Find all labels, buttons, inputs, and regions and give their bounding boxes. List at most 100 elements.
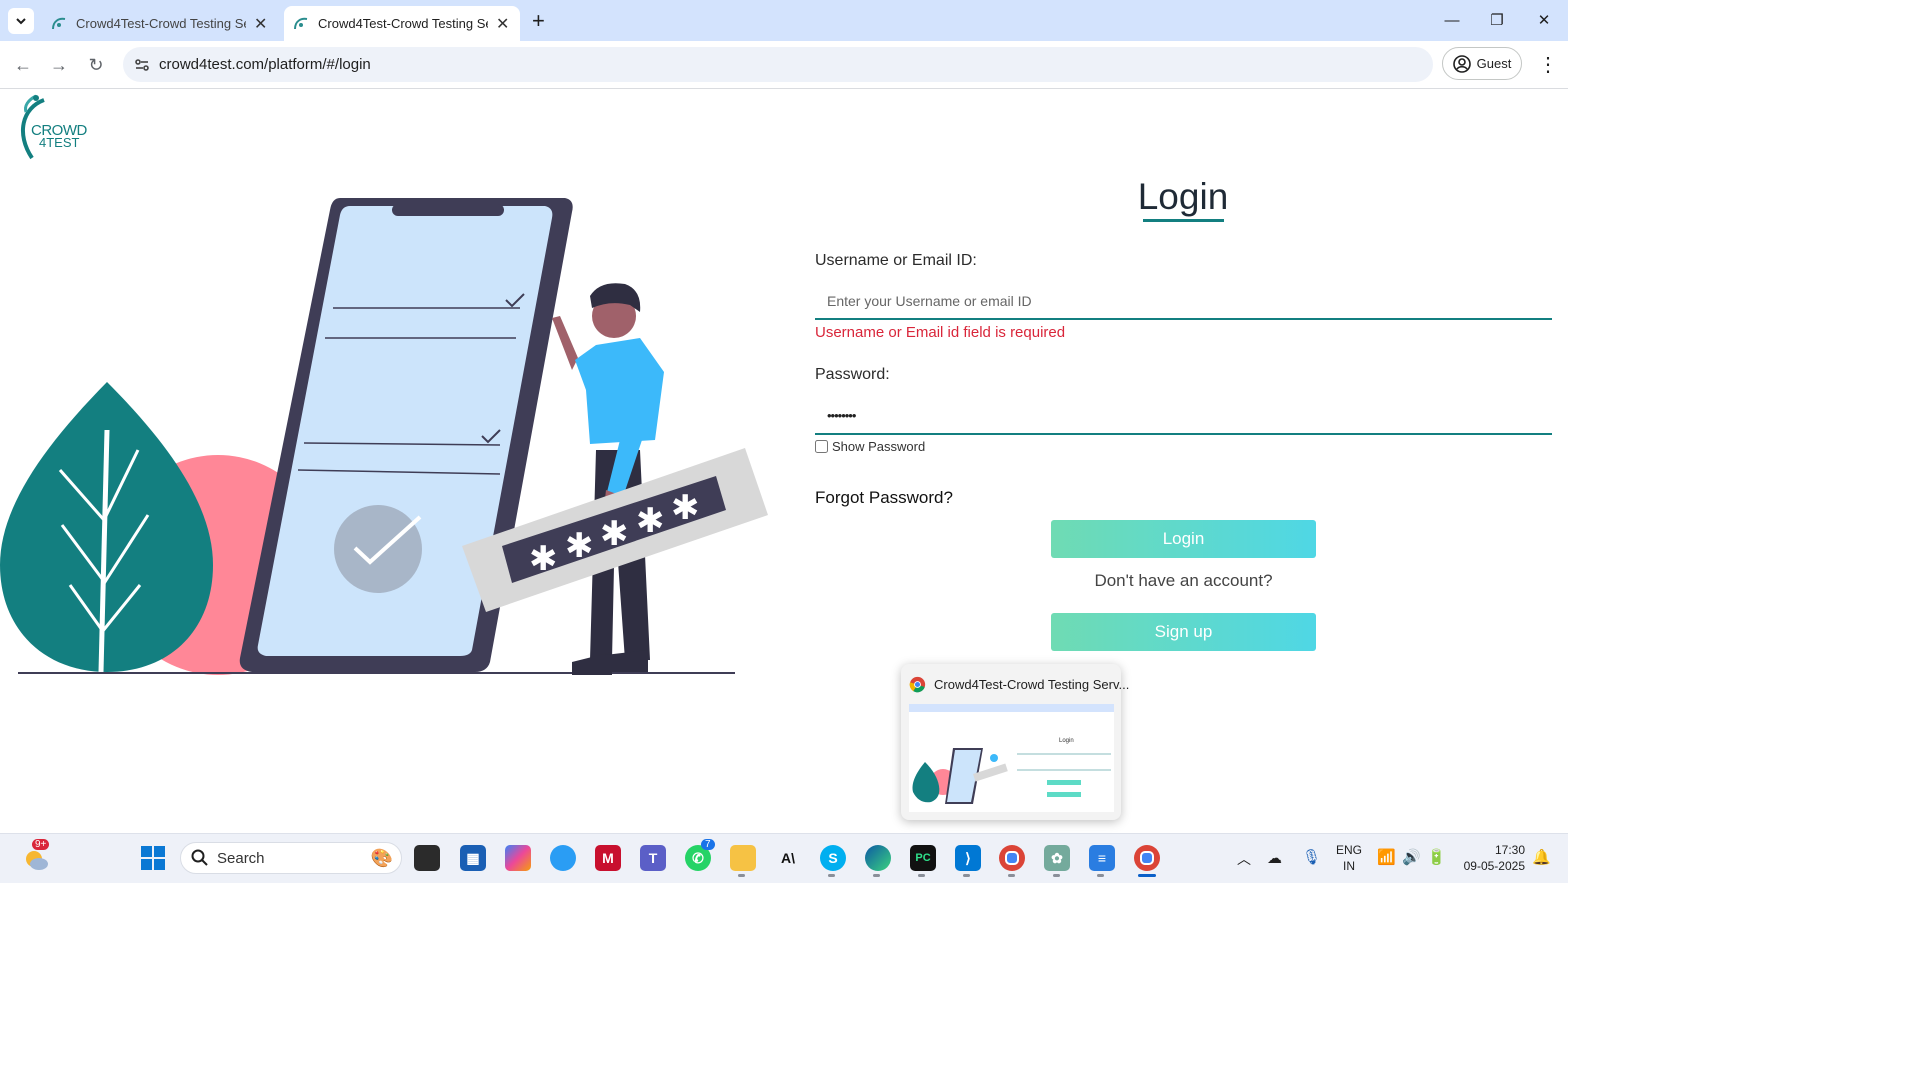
- font-app-icon[interactable]: A\: [775, 845, 801, 871]
- signup-button[interactable]: Sign up: [1051, 613, 1316, 651]
- chevron-down-icon: [16, 18, 26, 25]
- running-indicator: [738, 874, 745, 877]
- login-illustration: ✱ ✱ ✱ ✱ ✱: [0, 198, 768, 675]
- notepad-icon[interactable]: ≡: [1089, 845, 1115, 871]
- onedrive-icon[interactable]: ☁: [1267, 849, 1282, 867]
- search-highlight-icon: 🎨: [370, 847, 393, 868]
- whatsapp-badge: 7: [701, 839, 715, 850]
- tab-hover-preview[interactable]: Crowd4Test-Crowd Testing Serv... Login: [901, 664, 1129, 820]
- no-account-text: Don't have an account?: [1094, 571, 1273, 590]
- tray-overflow-icon[interactable]: ︿: [1237, 849, 1251, 869]
- vscode-icon[interactable]: ⟩: [955, 845, 981, 871]
- volume-icon[interactable]: 🔊: [1402, 848, 1421, 866]
- logo-text-4test: 4TEST: [39, 135, 80, 150]
- pycharm-icon[interactable]: PC: [910, 845, 936, 871]
- restore-icon[interactable]: ❐: [1482, 8, 1512, 32]
- back-icon[interactable]: ←: [10, 52, 36, 78]
- battery-icon[interactable]: 🔋: [1427, 848, 1446, 866]
- forgot-password-link[interactable]: Forgot Password?: [815, 488, 953, 508]
- skype-icon[interactable]: S: [820, 845, 846, 871]
- running-indicator: [828, 874, 835, 877]
- tab-title: Crowd4Test-Crowd Testing Serv: [76, 16, 246, 31]
- search-label: Search: [217, 849, 265, 867]
- running-indicator: [873, 874, 880, 877]
- chatgpt-icon[interactable]: ✿: [1044, 845, 1070, 871]
- active-app-indicator: [1138, 874, 1156, 877]
- title-underline: [1143, 219, 1224, 222]
- tab-search-button[interactable]: [8, 8, 34, 34]
- language-line2: IN: [1343, 859, 1355, 873]
- username-label: Username or Email ID:: [815, 252, 977, 269]
- notifications-icon[interactable]: 🔔: [1532, 848, 1551, 866]
- search-icon: [191, 849, 208, 866]
- show-password-label[interactable]: Show Password: [832, 439, 925, 454]
- profile-button[interactable]: Guest: [1442, 47, 1522, 80]
- language-line1: ENG: [1335, 843, 1362, 857]
- svg-text:✱: ✱: [636, 501, 665, 541]
- tab-close-icon[interactable]: ✕: [254, 14, 267, 34]
- start-button[interactable]: [141, 846, 165, 875]
- tab-crowd4test-1[interactable]: Crowd4Test-Crowd Testing Serv ✕: [42, 6, 280, 41]
- username-error: Username or Email id field is required: [815, 324, 1066, 341]
- new-tab-button[interactable]: +: [532, 8, 545, 34]
- tab-crowd4test-2[interactable]: Crowd4Test-Crowd Testing Serv ✕: [284, 6, 520, 41]
- forward-icon[interactable]: →: [46, 52, 72, 78]
- svg-text:✱: ✱: [565, 526, 594, 566]
- task-view-icon[interactable]: [414, 845, 440, 871]
- preview-thumbnail: Login: [909, 704, 1114, 812]
- running-indicator: [1097, 874, 1104, 877]
- profile-label: Guest: [1476, 56, 1512, 71]
- clock-date: 09-05-2025: [1463, 859, 1525, 873]
- username-input[interactable]: [815, 284, 1552, 320]
- reload-icon[interactable]: ↻: [83, 52, 109, 78]
- microphone-icon[interactable]: 🎙: [1302, 848, 1321, 866]
- taskbar-search[interactable]: Search 🎨: [180, 842, 402, 874]
- minimize-icon[interactable]: —: [1437, 8, 1467, 32]
- weather-widget[interactable]: 9+: [22, 839, 50, 873]
- crowd4test-favicon-icon: [294, 17, 308, 29]
- tab-title: Crowd4Test-Crowd Testing Serv: [318, 16, 488, 31]
- login-button[interactable]: Login: [1051, 520, 1316, 558]
- preview-mini-title: Login: [1059, 738, 1074, 744]
- crowd4test-logo[interactable]: CROWD 4TEST: [14, 94, 98, 162]
- show-password-checkbox[interactable]: [815, 440, 828, 453]
- login-title: Login: [1137, 176, 1229, 217]
- site-settings-icon[interactable]: [133, 56, 151, 74]
- clock-time: 17:30: [1494, 843, 1525, 857]
- wifi-icon[interactable]: 📶: [1377, 848, 1396, 866]
- profile-icon: [1452, 54, 1471, 73]
- address-bar[interactable]: crowd4test.com/platform/#/login: [123, 47, 1433, 82]
- crowd4test-favicon-icon: [52, 17, 66, 29]
- preview-title: Crowd4Test-Crowd Testing Serv...: [934, 677, 1130, 692]
- chrome-active-icon[interactable]: [1134, 845, 1160, 871]
- edge-icon[interactable]: [865, 845, 891, 871]
- mcafee-icon[interactable]: M: [595, 845, 621, 871]
- svg-text:✱: ✱: [600, 514, 629, 554]
- store-icon[interactable]: ▦: [460, 845, 486, 871]
- running-indicator: [1053, 874, 1060, 877]
- language-indicator[interactable]: ENG IN: [1334, 842, 1364, 874]
- menu-icon[interactable]: ⋮: [1538, 52, 1558, 77]
- copilot-icon[interactable]: [505, 845, 531, 871]
- svg-text:✱: ✱: [671, 488, 700, 528]
- running-indicator: [963, 874, 970, 877]
- running-indicator: [918, 874, 925, 877]
- weather-badge: 9+: [32, 839, 50, 850]
- teams-icon[interactable]: T: [640, 845, 666, 871]
- password-value: ••••••••: [827, 408, 856, 423]
- tips-icon[interactable]: [550, 845, 576, 871]
- svg-text:✱: ✱: [529, 539, 558, 579]
- clock[interactable]: 17:30 09-05-2025: [1455, 842, 1525, 874]
- show-password-row[interactable]: Show Password: [815, 439, 925, 454]
- url-text: crowd4test.com/platform/#/login: [159, 56, 371, 73]
- running-indicator: [1008, 874, 1015, 877]
- chrome-icon: [909, 676, 926, 693]
- file-explorer-icon[interactable]: [730, 845, 756, 871]
- whatsapp-icon[interactable]: ✆ 7: [685, 839, 715, 871]
- password-label: Password:: [815, 366, 890, 383]
- close-window-icon[interactable]: ✕: [1529, 8, 1559, 32]
- password-input[interactable]: ••••••••: [815, 398, 1552, 435]
- windows-icon: [141, 846, 165, 870]
- tab-close-icon[interactable]: ✕: [496, 14, 509, 34]
- chrome-taskbar-icon[interactable]: [999, 845, 1025, 871]
